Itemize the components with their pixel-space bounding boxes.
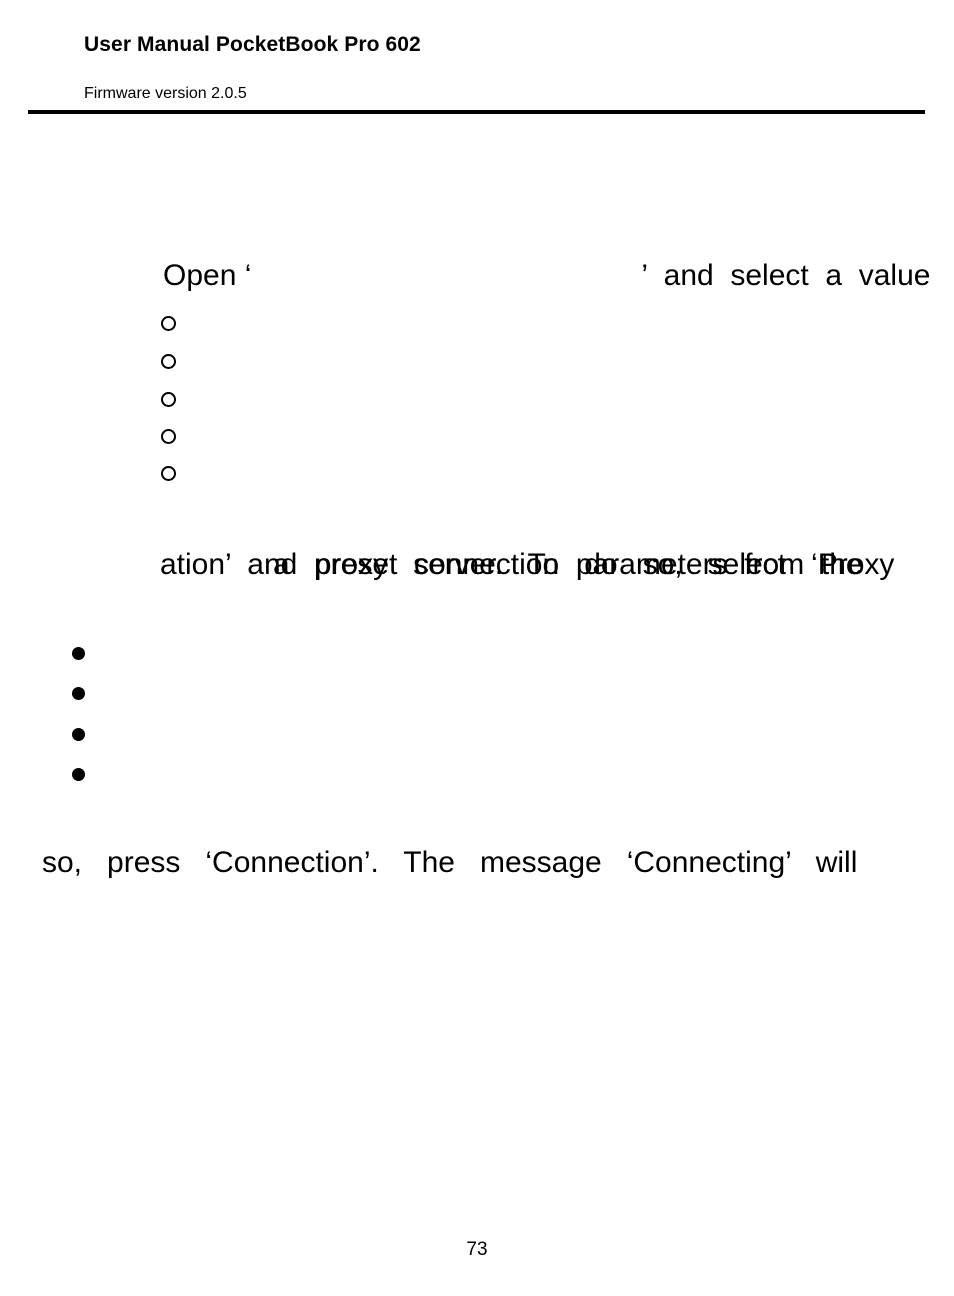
list-item <box>161 316 921 354</box>
circle-bullet-icon <box>161 429 176 444</box>
circle-bullet-icon <box>161 316 176 331</box>
list-item <box>72 728 922 766</box>
list-item <box>161 392 921 430</box>
proxy-paragraph-line-2: ation’ and preset connection parameters … <box>160 548 863 581</box>
disc-bullet-icon <box>72 728 85 741</box>
circle-bullet-icon <box>161 354 176 369</box>
list-item <box>161 354 921 392</box>
disc-bullet-icon <box>72 768 85 781</box>
firmware-version: Firmware version 2.0.5 <box>84 85 247 102</box>
open-line-run-3: ’ and select a value <box>641 259 931 292</box>
header-divider <box>28 110 925 114</box>
page-number: 73 <box>466 1239 488 1260</box>
list-item <box>72 647 922 685</box>
list-item <box>72 687 922 725</box>
list-item <box>161 466 921 504</box>
list-item <box>161 429 921 467</box>
disc-bullet-icon <box>72 647 85 660</box>
connection-paragraph-line: so, press ‘Connection’. The message ‘Con… <box>42 846 858 879</box>
disc-bullet-icon <box>72 687 85 700</box>
list-item <box>72 768 922 806</box>
circle-bullet-icon <box>161 392 176 407</box>
page-header: User Manual PocketBook Pro 602 Firmware … <box>0 0 954 118</box>
document-title: User Manual PocketBook Pro 602 <box>84 33 421 56</box>
circle-bullet-icon <box>161 466 176 481</box>
document-page: User Manual PocketBook Pro 602 Firmware … <box>0 0 954 1296</box>
open-line-run-1: Open ‘ <box>163 259 252 292</box>
